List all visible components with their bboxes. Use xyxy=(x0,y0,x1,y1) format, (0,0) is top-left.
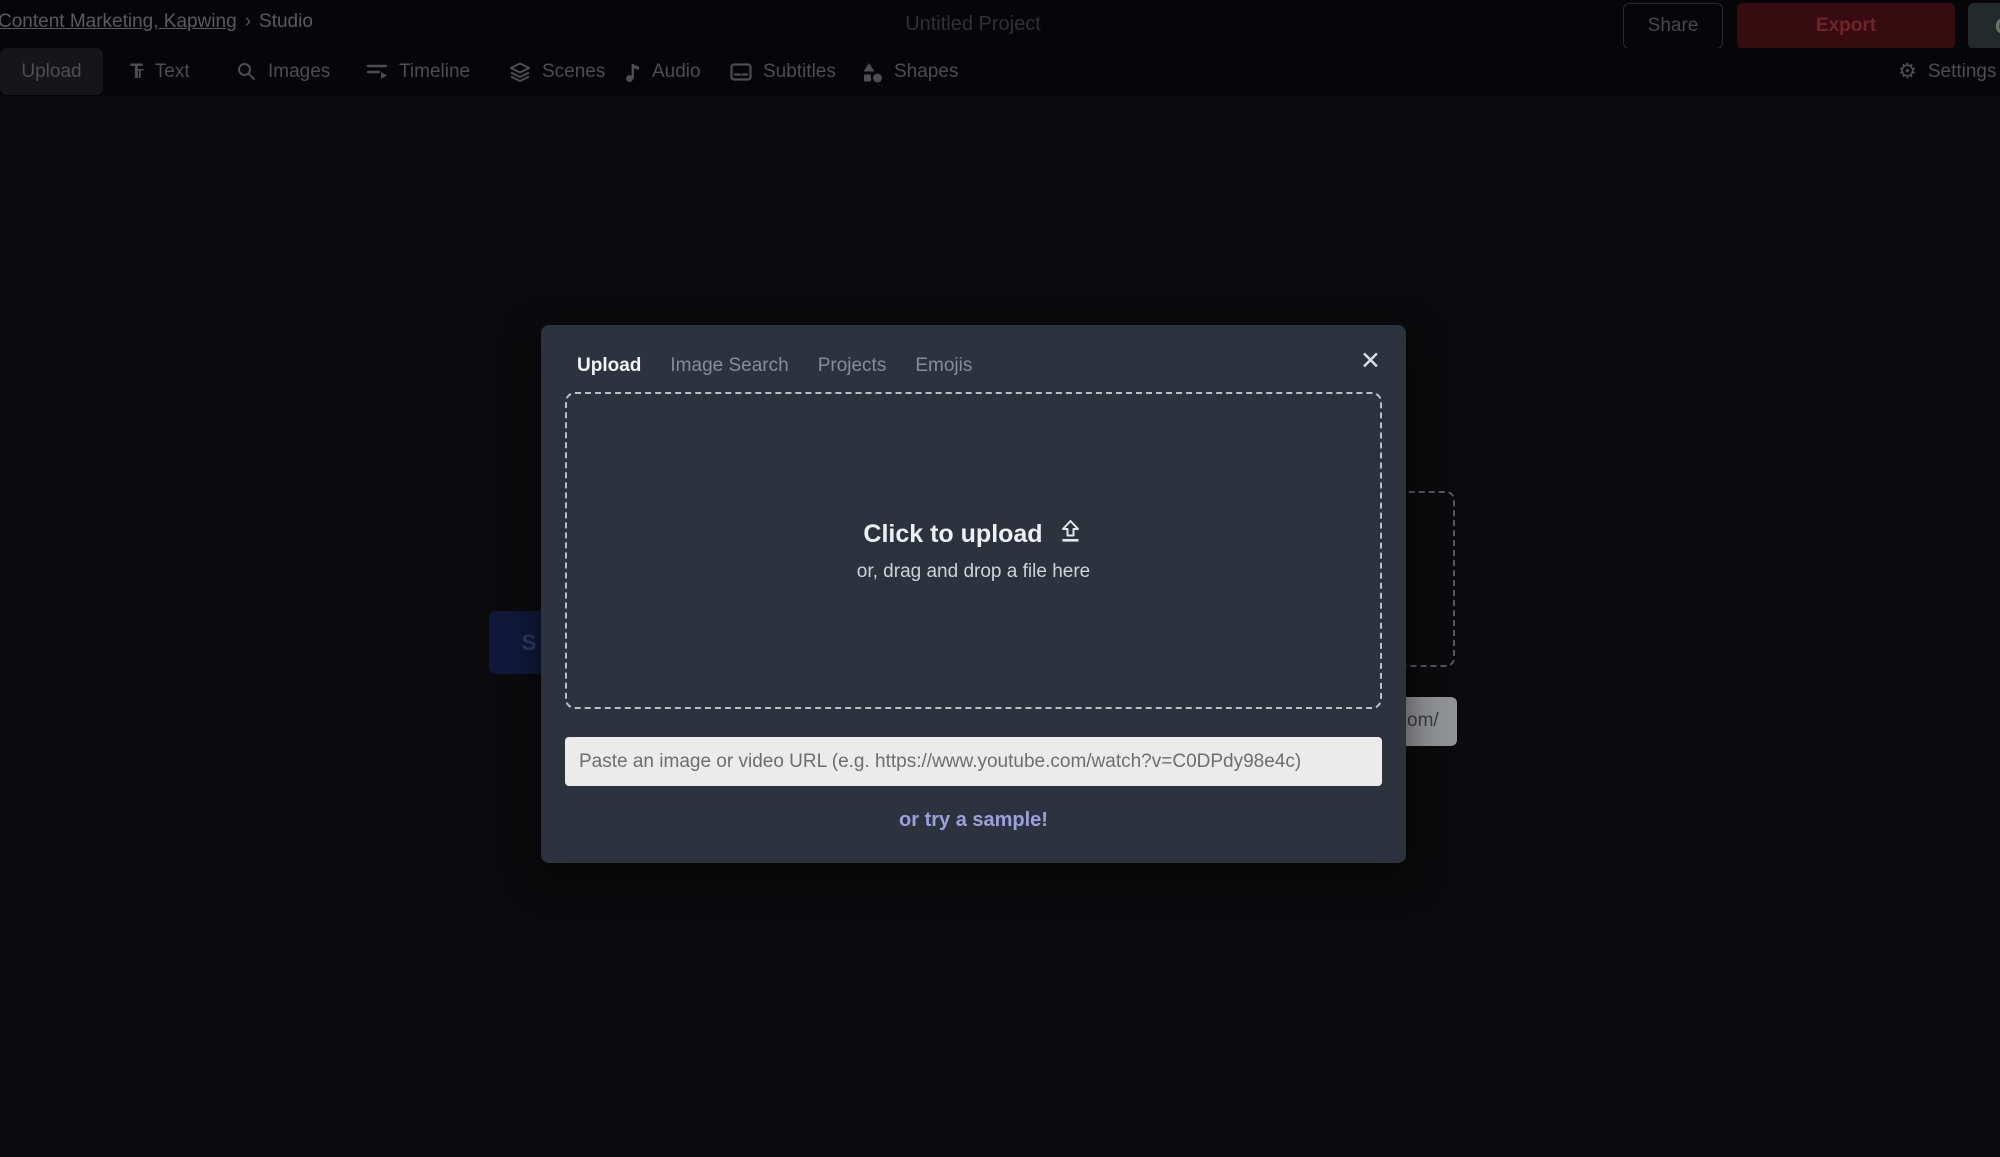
shapes-icon xyxy=(861,61,883,83)
url-input[interactable] xyxy=(565,737,1382,786)
top-bar: Content Marketing, Kapwing › Studio Untitl… xyxy=(0,0,2000,49)
upload-arrow-icon xyxy=(1057,518,1084,550)
layers-icon xyxy=(509,61,531,83)
toolbar-item-upload[interactable]: Upload xyxy=(0,48,103,95)
account-button[interactable]: G xyxy=(1968,3,2000,49)
background-url-partial-text: om/ xyxy=(1407,710,1439,731)
subtitles-icon xyxy=(730,62,752,81)
upload-modal-tabs: Upload Image Search Projects Emojis xyxy=(577,355,972,377)
toolbar-upload-label: Upload xyxy=(21,60,82,82)
kapwing-studio-page: Content Marketing, Kapwing › Studio Untitl… xyxy=(0,0,2000,1157)
toolbar-scenes-label: Scenes xyxy=(542,60,606,82)
toolbar-settings-label: Settings xyxy=(1927,60,1997,82)
breadcrumb-current: Studio xyxy=(259,11,313,32)
toolbar-audio-label: Audio xyxy=(652,60,701,82)
breadcrumb-workspace-link[interactable]: Content Marketing, Kapwing xyxy=(0,11,237,32)
toolbar-item-scenes[interactable]: Scenes xyxy=(509,48,605,95)
upload-modal: Upload Image Search Projects Emojis ✕ Cl… xyxy=(541,325,1406,863)
tab-image-search[interactable]: Image Search xyxy=(670,355,788,377)
dropzone-subtitle: or, drag and drop a file here xyxy=(856,561,1091,582)
gear-icon: ⚙ xyxy=(1898,60,1917,83)
dropzone-title: Click to upload xyxy=(863,519,1043,548)
tab-emojis[interactable]: Emojis xyxy=(915,355,972,377)
background-partial-button-label: S xyxy=(521,629,537,655)
toolbar-timeline-label: Timeline xyxy=(399,60,471,82)
music-note-icon xyxy=(625,61,641,83)
toolbar-item-settings[interactable]: ⚙ Settings xyxy=(1898,48,1996,95)
share-button[interactable]: Share xyxy=(1623,3,1723,49)
upload-dropzone[interactable]: Click to upload or, drag and drop a file… xyxy=(565,392,1382,709)
toolbar-item-images[interactable]: Images xyxy=(236,48,330,95)
breadcrumb: Content Marketing, Kapwing › Studio xyxy=(0,11,313,33)
toolbar-item-text[interactable]: TT Text xyxy=(130,48,190,95)
toolbar-images-label: Images xyxy=(268,60,331,82)
export-button[interactable]: Export xyxy=(1737,3,1955,49)
toolbar-item-shapes[interactable]: Shapes xyxy=(861,48,958,95)
tab-projects[interactable]: Projects xyxy=(818,355,887,377)
editor-toolbar: Upload TT Text Images Timeline Scenes Au… xyxy=(0,48,2000,96)
close-icon[interactable]: ✕ xyxy=(1360,349,1381,374)
search-icon xyxy=(236,61,257,82)
toolbar-item-audio[interactable]: Audio xyxy=(625,48,701,95)
toolbar-item-subtitles[interactable]: Subtitles xyxy=(730,48,836,95)
timeline-icon xyxy=(366,62,388,82)
toolbar-shapes-label: Shapes xyxy=(894,60,959,82)
try-sample-link[interactable]: or try a sample! xyxy=(541,809,1406,832)
breadcrumb-separator: › xyxy=(244,11,252,32)
toolbar-text-label: Text xyxy=(154,60,190,82)
project-title[interactable]: Untitled Project xyxy=(905,13,1041,36)
text-icon: TT xyxy=(130,59,144,83)
toolbar-item-timeline[interactable]: Timeline xyxy=(366,48,470,95)
dropzone-title-row: Click to upload xyxy=(863,518,1083,550)
toolbar-subtitles-label: Subtitles xyxy=(763,60,836,82)
tab-upload[interactable]: Upload xyxy=(577,355,641,377)
